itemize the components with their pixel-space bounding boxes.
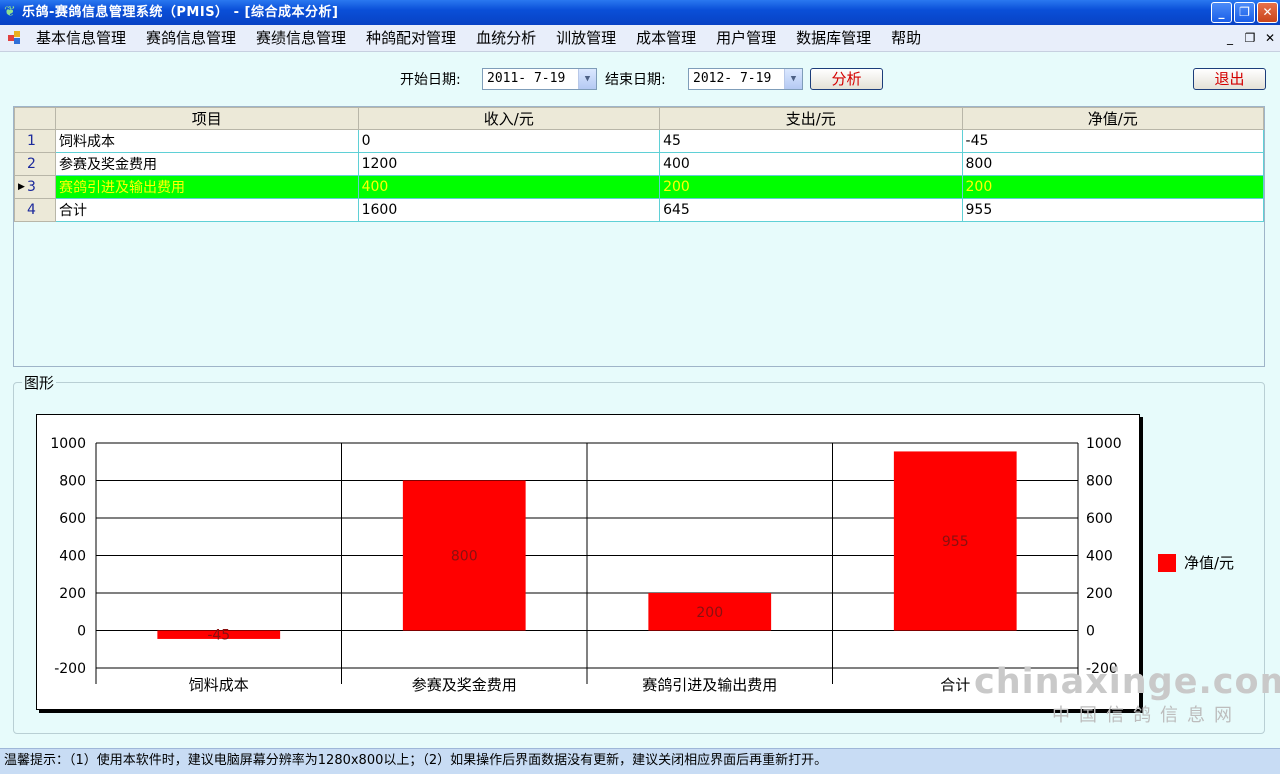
column-header-net[interactable]: 净值/元 xyxy=(961,107,1265,130)
y2-tick-label: 400 xyxy=(1086,549,1113,565)
start-date-value: 2011- 7-19 xyxy=(487,71,566,86)
title-bar: ❦ 乐鸽-赛鸽信息管理系统（PMIS） - [综合成本分析] _ ❐ ✕ xyxy=(0,0,1280,25)
minimize-button[interactable]: _ xyxy=(1211,2,1232,23)
cost-data-grid[interactable]: 项目 收入/元 支出/元 净值/元 1 饲料成本 0 45 -45 2 参赛及奖… xyxy=(13,106,1265,367)
mdi-document-icon[interactable] xyxy=(8,31,22,45)
cost-table: 项目 收入/元 支出/元 净值/元 1 饲料成本 0 45 -45 2 参赛及奖… xyxy=(14,107,1265,222)
x-category-label: 合计 xyxy=(940,676,970,694)
cell-item[interactable]: 赛鸽引进及输出费用 xyxy=(54,175,359,199)
y-tick-label: 800 xyxy=(59,474,86,490)
y2-tick-label: 600 xyxy=(1086,511,1113,527)
cell-expense[interactable]: 45 xyxy=(659,129,963,153)
chevron-down-icon[interactable]: ▼ xyxy=(578,69,596,89)
column-header-income[interactable]: 收入/元 xyxy=(357,107,661,130)
menu-cost-management[interactable]: 成本管理 xyxy=(626,25,706,51)
mdi-restore-button[interactable]: ❐ xyxy=(1242,30,1258,46)
y-tick-label: 600 xyxy=(59,511,86,527)
analyze-button[interactable]: 分析 xyxy=(810,68,883,90)
y-tick-label: 200 xyxy=(59,586,86,602)
legend-label: 净值/元 xyxy=(1184,554,1235,572)
y-tick-label: -200 xyxy=(54,661,86,677)
row-number[interactable]: 1 xyxy=(14,129,56,153)
table-row[interactable]: 2 参赛及奖金费用 1200 400 800 xyxy=(14,152,1265,176)
y2-tick-label: 1000 xyxy=(1086,436,1122,452)
exit-button[interactable]: 退出 xyxy=(1193,68,1266,90)
cell-net[interactable]: -45 xyxy=(961,129,1265,153)
menu-training[interactable]: 训放管理 xyxy=(546,25,626,51)
cell-item[interactable]: 饲料成本 xyxy=(54,129,359,153)
row-header-selected[interactable]: ▶ 3 xyxy=(14,175,56,199)
chevron-down-icon[interactable]: ▼ xyxy=(784,69,802,89)
chart-group-label: 图形 xyxy=(22,372,57,393)
table-row[interactable]: 1 饲料成本 0 45 -45 xyxy=(14,129,1265,153)
cell-item[interactable]: 合计 xyxy=(54,198,359,222)
x-category-label: 参赛及奖金费用 xyxy=(412,676,517,694)
table-header-row: 项目 收入/元 支出/元 净值/元 xyxy=(14,107,1265,130)
y2-tick-label: 800 xyxy=(1086,474,1113,490)
cell-income[interactable]: 0 xyxy=(357,129,661,153)
table-row[interactable]: 4 合计 1600 645 955 xyxy=(14,198,1265,222)
mdi-close-button[interactable]: ✕ xyxy=(1262,30,1278,46)
cell-income[interactable]: 400 xyxy=(357,175,661,199)
watermark-domain: chinaxinge.com xyxy=(974,662,1280,702)
cell-expense[interactable]: 645 xyxy=(659,198,963,222)
restore-button[interactable]: ❐ xyxy=(1234,2,1255,23)
row-number[interactable]: 2 xyxy=(14,152,56,176)
column-header-expense[interactable]: 支出/元 xyxy=(659,107,963,130)
menu-basic-info[interactable]: 基本信息管理 xyxy=(26,25,136,51)
y-tick-label: 0 xyxy=(77,624,86,640)
mdi-minimize-button[interactable]: _ xyxy=(1222,30,1238,46)
bar-data-label: -45 xyxy=(207,628,230,644)
bar-data-label: 200 xyxy=(696,605,723,621)
menu-pedigree-analysis[interactable]: 血统分析 xyxy=(466,25,546,51)
column-header-item[interactable]: 项目 xyxy=(54,107,359,130)
y2-tick-label: 0 xyxy=(1086,624,1095,640)
corner-header[interactable] xyxy=(14,107,56,130)
menu-database[interactable]: 数据库管理 xyxy=(786,25,881,51)
table-row-selected[interactable]: ▶ 3 赛鸽引进及输出费用 400 200 200 xyxy=(14,175,1265,199)
end-date-label: 结束日期: xyxy=(605,72,666,88)
watermark-site-name: 中国信鸽信息网 xyxy=(1052,705,1241,726)
x-category-label: 赛鸽引进及输出费用 xyxy=(642,676,777,694)
row-pointer-icon: ▶ xyxy=(18,182,25,192)
x-category-label: 饲料成本 xyxy=(189,676,249,694)
cell-net[interactable]: 955 xyxy=(961,198,1265,222)
menu-breeding-pairs[interactable]: 种鸽配对管理 xyxy=(356,25,466,51)
menu-race-results[interactable]: 赛绩信息管理 xyxy=(246,25,356,51)
cell-expense[interactable]: 400 xyxy=(659,152,963,176)
close-button[interactable]: ✕ xyxy=(1257,2,1278,23)
menu-pigeon-info[interactable]: 赛鸽信息管理 xyxy=(136,25,246,51)
menu-help[interactable]: 帮助 xyxy=(881,25,931,51)
menu-bar: 基本信息管理 赛鸽信息管理 赛绩信息管理 种鸽配对管理 血统分析 训放管理 成本… xyxy=(0,25,1280,52)
legend-swatch xyxy=(1158,554,1176,572)
menu-user-management[interactable]: 用户管理 xyxy=(706,25,786,51)
cell-item[interactable]: 参赛及奖金费用 xyxy=(54,152,359,176)
y2-tick-label: 200 xyxy=(1086,586,1113,602)
end-date-picker[interactable]: 2012- 7-19 ▼ xyxy=(688,68,803,90)
cell-income[interactable]: 1200 xyxy=(357,152,661,176)
cell-net[interactable]: 800 xyxy=(961,152,1265,176)
bar-data-label: 800 xyxy=(451,549,478,565)
y-tick-label: 400 xyxy=(59,549,86,565)
cell-net[interactable]: 200 xyxy=(961,175,1265,199)
status-bar: 温馨提示：（1）使用本软件时，建议电脑屏幕分辨率为1280x800以上；（2）如… xyxy=(0,748,1280,774)
cell-expense[interactable]: 200 xyxy=(659,175,963,199)
row-number[interactable]: 4 xyxy=(14,198,56,222)
row-number: 3 xyxy=(27,179,36,195)
start-date-picker[interactable]: 2011- 7-19 ▼ xyxy=(482,68,597,90)
window-title: 乐鸽-赛鸽信息管理系统（PMIS） - [综合成本分析] xyxy=(22,5,339,20)
cell-income[interactable]: 1600 xyxy=(357,198,661,222)
app-logo-icon: ❦ xyxy=(4,4,16,20)
y-tick-label: 1000 xyxy=(50,436,86,452)
end-date-value: 2012- 7-19 xyxy=(693,71,772,86)
start-date-label: 开始日期: xyxy=(400,72,461,88)
bar-data-label: 955 xyxy=(942,534,969,550)
